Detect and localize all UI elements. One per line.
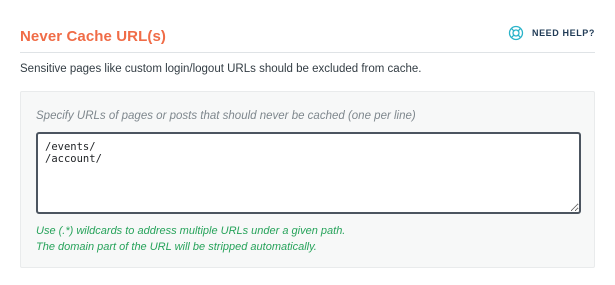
wildcard-hint: Use (.*) wildcards to address multiple U… [36, 225, 346, 237]
section-header: Never Cache URL(s) NEED HELP? [20, 22, 595, 53]
need-help-link[interactable]: NEED HELP? [508, 25, 595, 41]
lifebuoy-icon [508, 25, 524, 41]
section-title: Never Cache URL(s) [20, 28, 167, 45]
section-description: Sensitive pages like custom login/logout… [20, 63, 422, 75]
never-cache-panel: Specify URLs of pages or posts that shou… [20, 91, 595, 268]
domain-hint: The domain part of the URL will be strip… [36, 241, 317, 253]
never-cache-urls-textarea[interactable] [36, 132, 581, 214]
need-help-label: NEED HELP? [531, 28, 595, 38]
never-cache-field-label: Specify URLs of pages or posts that shou… [36, 110, 416, 122]
